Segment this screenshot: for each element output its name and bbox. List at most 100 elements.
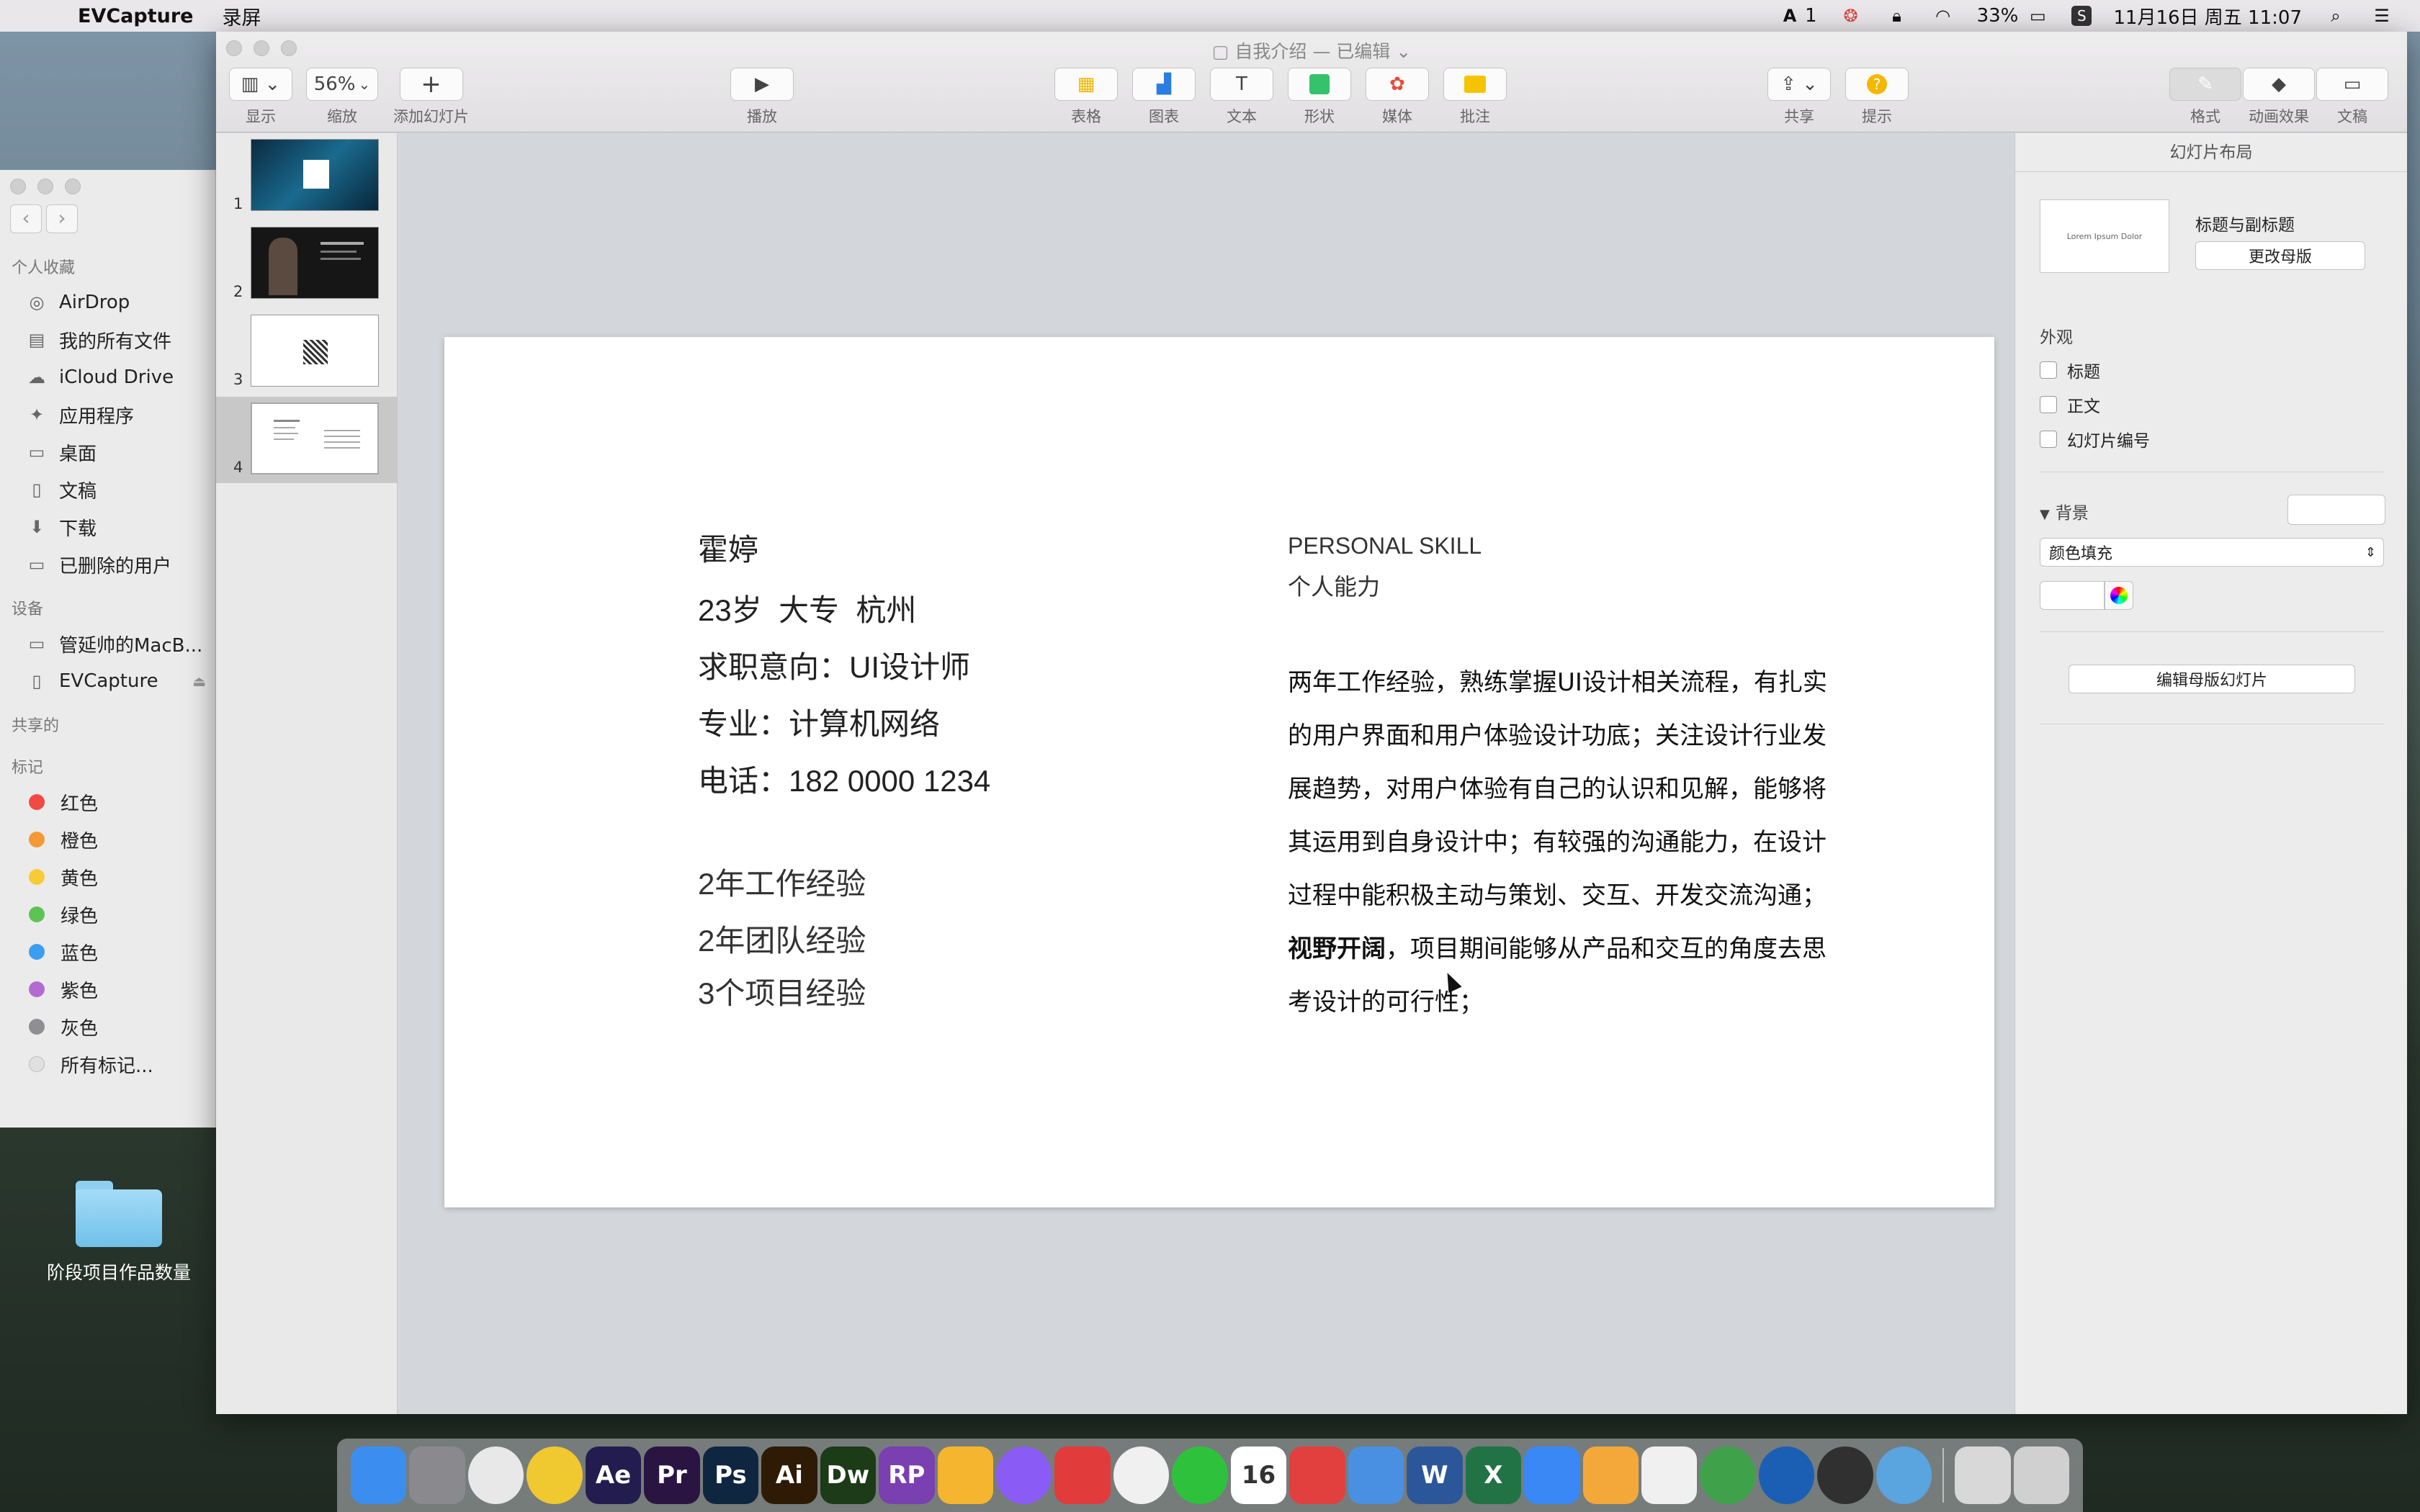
- sidebar-item-airdrop[interactable]: ◎ AirDrop: [0, 284, 216, 321]
- window-title[interactable]: ▢ 自我介绍 — 已编辑 ⌄: [216, 37, 2407, 63]
- app-p-icon[interactable]: [995, 1446, 1052, 1504]
- sidebar-tag-item[interactable]: 灰色: [0, 1008, 216, 1045]
- chrome-icon[interactable]: [467, 1446, 524, 1504]
- desktop-folder[interactable]: 阶段项目作品数量: [43, 1181, 194, 1284]
- sidebar-tag-item[interactable]: 蓝色: [0, 933, 216, 971]
- minimize-button[interactable]: [37, 179, 53, 194]
- edit-master-slide-button[interactable]: 编辑母版幻灯片: [2069, 665, 2355, 693]
- slide-info-line-2[interactable]: 求职意向：UI设计师: [698, 643, 970, 687]
- obs-icon[interactable]: [1817, 1446, 1873, 1504]
- keynote-icon[interactable]: [1348, 1446, 1404, 1504]
- sidebar-item-documents[interactable]: ▯ 文稿: [0, 471, 216, 508]
- media-button[interactable]: ✿: [1366, 68, 1429, 101]
- slide-info-line-4[interactable]: 电话：182 0000 1234: [698, 757, 990, 801]
- app-g-icon[interactable]: [1054, 1446, 1111, 1504]
- sidebar-tag-item[interactable]: 黄色: [0, 858, 216, 896]
- clock[interactable]: 11月16日 周五 11:07: [2113, 3, 2302, 30]
- pages-icon[interactable]: [1582, 1446, 1639, 1504]
- body-checkbox-row[interactable]: 正文: [2040, 392, 2100, 417]
- color-well[interactable]: [2040, 581, 2105, 610]
- baidu-netdisk-icon[interactable]: [1524, 1446, 1580, 1504]
- quicktime-icon[interactable]: [1758, 1446, 1815, 1504]
- add-slide-button[interactable]: +: [399, 68, 463, 101]
- trash-icon[interactable]: [2013, 1446, 2070, 1504]
- sidebar-item-all-files[interactable]: ▤ 我的所有文件: [0, 321, 216, 359]
- slide-thumbnail-3[interactable]: 3: [216, 309, 398, 395]
- slide-thumbnail-1[interactable]: 1: [216, 133, 398, 220]
- view-button[interactable]: ▥ ⌄: [229, 68, 292, 101]
- slide-experience-3[interactable]: 3个项目经验: [698, 969, 866, 1013]
- fill-type-select[interactable]: 颜色填充 ⇕: [2040, 538, 2384, 567]
- slide[interactable]: 霍婷 23岁 大专 杭州 求职意向：UI设计师 专业：计算机网络 电话：182 …: [444, 337, 1994, 1207]
- adobe-status-icon[interactable]: A: [1778, 5, 1802, 27]
- skill-paragraph[interactable]: 两年工作经验，熟练掌握UI设计相关流程，有扎实的用户界面和用户体验设计功底；关注…: [1288, 656, 1835, 1029]
- keyboard-viewer-icon[interactable]: [1955, 1446, 2011, 1504]
- slide-name[interactable]: 霍婷: [698, 526, 758, 570]
- notification-center-icon[interactable]: ☰: [2370, 5, 2394, 27]
- wechat-icon[interactable]: [1172, 1446, 1228, 1504]
- sidebar-tag-item[interactable]: 橙色: [0, 821, 216, 858]
- table-button[interactable]: ▦: [1054, 68, 1118, 101]
- text-button[interactable]: T: [1210, 68, 1273, 101]
- color-wheel-icon[interactable]: [2105, 581, 2133, 610]
- format-button[interactable]: ✎: [2169, 68, 2241, 101]
- close-button[interactable]: [10, 179, 26, 194]
- body-checkbox[interactable]: [2040, 396, 2057, 413]
- slide-number-checkbox[interactable]: [2040, 431, 2057, 448]
- textedit-icon[interactable]: [1641, 1446, 1698, 1504]
- zoom-button[interactable]: [65, 179, 81, 194]
- premiere-icon[interactable]: Pr: [644, 1446, 700, 1504]
- back-button[interactable]: ‹: [10, 204, 42, 233]
- slide-experience-2[interactable]: 2年团队经验: [698, 917, 866, 960]
- comment-button[interactable]: [1443, 68, 1507, 101]
- battery-icon[interactable]: ▭: [2025, 5, 2050, 27]
- slide-info-line-3[interactable]: 专业：计算机网络: [698, 700, 940, 744]
- change-master-button[interactable]: 更改母版: [2195, 241, 2365, 270]
- app-status-icon[interactable]: ❂: [1839, 5, 1863, 27]
- excel-icon[interactable]: X: [1465, 1446, 1522, 1504]
- chart-button[interactable]: ▟: [1132, 68, 1196, 101]
- app-menu-name[interactable]: EVCapture: [78, 5, 193, 27]
- forward-button[interactable]: ›: [46, 204, 78, 233]
- document-button[interactable]: ▭: [2316, 68, 2388, 101]
- eject-icon[interactable]: ⏏: [192, 672, 206, 690]
- evcapture-icon[interactable]: [1876, 1446, 1932, 1504]
- title-checkbox-row[interactable]: 标题: [2040, 358, 2100, 382]
- disclosure-triangle-icon[interactable]: ▼: [2040, 507, 2050, 522]
- sidebar-item-applications[interactable]: ✦ 应用程序: [0, 396, 216, 433]
- sidebar-item-evcapture[interactable]: ▯ EVCapture ⏏: [0, 662, 216, 700]
- lock-icon[interactable]: 🔒︎: [1885, 5, 1909, 27]
- zoom-select[interactable]: 56% ⌄: [306, 68, 378, 101]
- skill-title-cn[interactable]: 个人能力: [1288, 569, 1380, 602]
- skill-title-en[interactable]: PERSONAL SKILL: [1288, 533, 1482, 559]
- spotlight-search-icon[interactable]: ⌕: [2323, 5, 2348, 27]
- app-s-icon[interactable]: [526, 1446, 583, 1504]
- play-button[interactable]: ▶: [730, 68, 794, 101]
- title-checkbox[interactable]: [2040, 361, 2057, 379]
- slide-thumbnail-2[interactable]: 2: [216, 221, 398, 307]
- animate-button[interactable]: ◆: [2243, 68, 2315, 101]
- slide-number-checkbox-row[interactable]: 幻灯片编号: [2040, 427, 2150, 451]
- sidebar-item-downloads[interactable]: ⬇ 下载: [0, 508, 216, 546]
- sidebar-item-deleted-users[interactable]: ▭ 已删除的用户: [0, 546, 216, 583]
- s-status-icon[interactable]: S: [2071, 6, 2092, 26]
- calendar-icon[interactable]: 16: [1230, 1446, 1287, 1504]
- wifi-icon[interactable]: ◠: [1931, 5, 1955, 27]
- sketch-icon[interactable]: [937, 1446, 993, 1504]
- illustrator-icon[interactable]: Ai: [761, 1446, 817, 1504]
- finder-icon[interactable]: [351, 1446, 407, 1504]
- xmind-icon[interactable]: [1289, 1446, 1345, 1504]
- slide-experience-1[interactable]: 2年工作经验: [698, 860, 866, 904]
- sidebar-item-macbook[interactable]: ▭ 管延帅的MacB...: [0, 625, 216, 662]
- share-button[interactable]: ⇪ ⌄: [1767, 68, 1831, 101]
- background-section[interactable]: ▼ 背景: [2040, 499, 2089, 523]
- after-effects-icon[interactable]: Ae: [585, 1446, 642, 1504]
- sidebar-tag-item[interactable]: 紫色: [0, 971, 216, 1008]
- qq-icon[interactable]: [1113, 1446, 1170, 1504]
- menu-item-record[interactable]: 录屏: [222, 2, 261, 30]
- slide-info-line-1[interactable]: 23岁 大专 杭州: [698, 586, 916, 630]
- sidebar-tag-item[interactable]: 所有标记...: [0, 1045, 216, 1083]
- tips-button[interactable]: ?: [1845, 68, 1909, 101]
- photoshop-icon[interactable]: Ps: [702, 1446, 759, 1504]
- axure-rp-icon[interactable]: RP: [879, 1446, 935, 1504]
